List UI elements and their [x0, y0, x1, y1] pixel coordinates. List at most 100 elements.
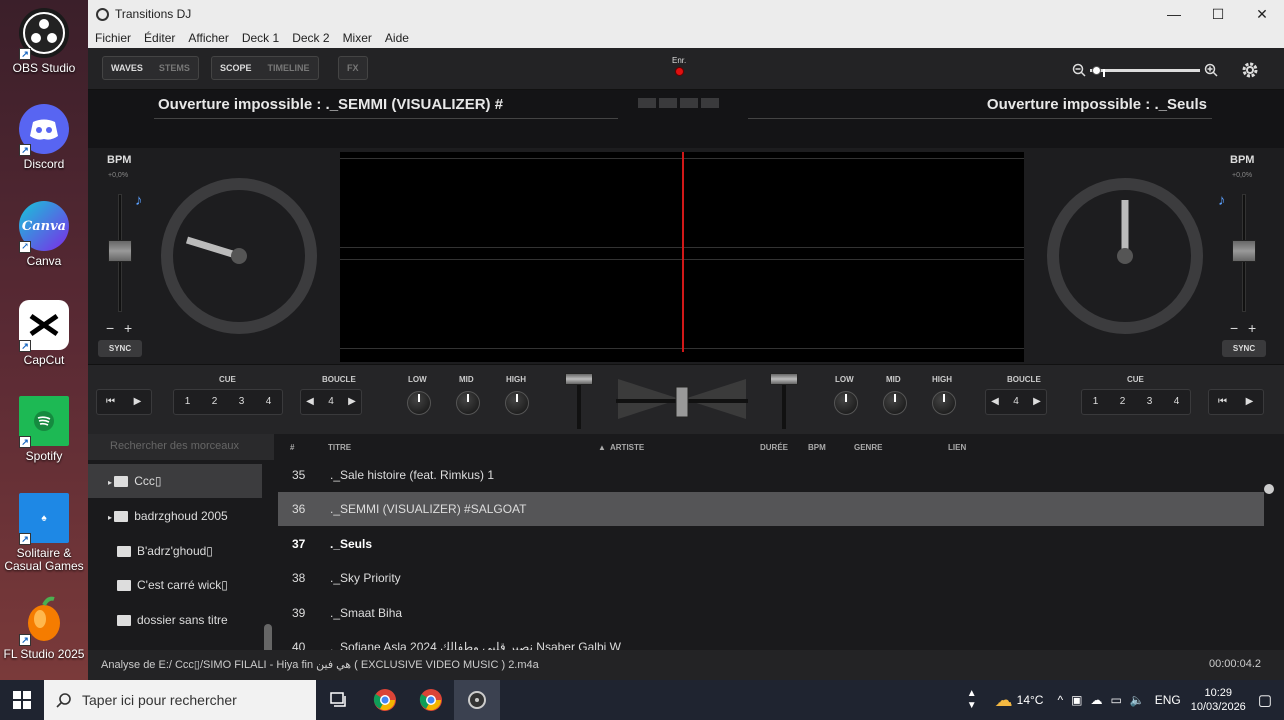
deck-right-play-button[interactable]: ▶ [1236, 390, 1263, 414]
folder-item[interactable]: B'adrz'ghoud▯ [88, 534, 262, 568]
close-button[interactable]: ✕ [1240, 6, 1284, 23]
deck-right-cue-2[interactable]: 2 [1109, 390, 1136, 414]
track-search-input[interactable]: Rechercher des morceaux [88, 434, 274, 460]
col-link[interactable]: LIEN [948, 443, 966, 452]
spotify-shortcut[interactable]: ↗ Spotify [0, 396, 88, 463]
timeline-button[interactable]: TIMELINE [260, 57, 318, 79]
col-artist[interactable]: ARTISTE [610, 443, 644, 452]
canva-shortcut[interactable]: Canva ↗ Canva [0, 201, 88, 268]
table-row[interactable]: 40 ._Sofiane Asla 2024 نصبر قلبي وطفالك N… [278, 630, 1264, 650]
weather-temp[interactable]: 14°C [1017, 693, 1044, 707]
volume-icon[interactable]: 🔈 [1130, 693, 1145, 707]
fl-studio-shortcut[interactable]: ↗ FL Studio 2025 [0, 594, 88, 661]
deck-right-sync-button[interactable]: SYNC [1222, 340, 1266, 357]
track-table-scrollbar[interactable] [1264, 484, 1274, 494]
deck-left-pitch-minus[interactable]: − [106, 320, 114, 336]
capcut-shortcut[interactable]: ↗ CapCut [0, 300, 88, 367]
deck-left-sync-button[interactable]: SYNC [98, 340, 142, 357]
deck-right-cue-3[interactable]: 3 [1136, 390, 1163, 414]
deck-left-platter[interactable] [161, 178, 317, 334]
task-view-button[interactable] [316, 680, 362, 720]
col-title[interactable]: TITRE [328, 443, 351, 452]
show-hidden-icons[interactable]: ▲ ▼ [963, 688, 981, 712]
deck-right-cue-4[interactable]: 4 [1163, 390, 1190, 414]
weather-icon[interactable]: ☁ [995, 690, 1013, 711]
clock[interactable]: 10:29 10/03/2026 [1191, 686, 1246, 714]
col-bpm[interactable]: BPM [808, 443, 826, 452]
deck-left-mid-knob[interactable] [456, 391, 480, 415]
tray-chevron-icon[interactable]: ^ [1057, 693, 1063, 707]
table-row[interactable]: 36 ._SEMMI (VISUALIZER) #SALGOAT [278, 492, 1264, 526]
obs-studio-shortcut[interactable]: ↗ OBS Studio [0, 8, 88, 75]
col-genre[interactable]: GENRE [854, 443, 882, 452]
deck-right-skip-back-button[interactable]: ⏮ [1209, 390, 1236, 414]
deck-left-skip-back-button[interactable]: ⏮ [97, 390, 124, 414]
deck-right-high-knob[interactable] [932, 391, 956, 415]
deck-left-pitch-knob[interactable] [108, 240, 132, 262]
deck-right-cue-1[interactable]: 1 [1082, 390, 1109, 414]
deck-left-cue-1[interactable]: 1 [174, 390, 201, 414]
transitions-dj-taskbar-button[interactable] [454, 680, 500, 720]
notifications-icon[interactable]: ▢ [1258, 691, 1272, 709]
language-indicator[interactable]: ENG [1155, 693, 1181, 707]
menu-mixer[interactable]: Mixer [343, 31, 372, 45]
folder-item[interactable]: dossier sans titre [88, 603, 262, 637]
menu-deck2[interactable]: Deck 2 [292, 31, 329, 45]
folder-item[interactable]: ▸ badrzghoud 2005 [88, 499, 262, 533]
menu-aide[interactable]: Aide [385, 31, 409, 45]
zoom-slider-knob[interactable] [1092, 65, 1105, 77]
zoom-in-icon[interactable] [1204, 63, 1218, 77]
deck-right-pitch-minus[interactable]: − [1230, 320, 1238, 336]
menu-editer[interactable]: Éditer [144, 31, 175, 45]
onedrive-icon[interactable]: ☁ [1090, 693, 1102, 707]
waveform-display[interactable] [340, 152, 1024, 362]
discord-shortcut[interactable]: ↗ Discord [0, 104, 88, 171]
deck-left-loop-prev[interactable]: ◀ [301, 390, 319, 414]
record-icon[interactable] [674, 67, 684, 76]
gear-icon[interactable] [1240, 60, 1260, 80]
deck-right-pitch-plus[interactable]: + [1248, 320, 1256, 336]
deck-right-volume-knob[interactable] [770, 373, 798, 385]
deck-left-cue-3[interactable]: 3 [228, 390, 255, 414]
stems-button[interactable]: STEMS [151, 57, 198, 79]
table-row[interactable]: 37 ._Seuls [278, 527, 1264, 561]
start-button[interactable] [0, 680, 44, 720]
deck-right-loop-prev[interactable]: ◀ [986, 390, 1004, 414]
table-row[interactable]: 35 ._Sale histoire (feat. Rimkus) 1 [278, 458, 1264, 492]
taskbar-search-input[interactable]: Taper ici pour rechercher [44, 680, 316, 720]
deck-left-cue-2[interactable]: 2 [201, 390, 228, 414]
deck-left-cue-4[interactable]: 4 [255, 390, 282, 414]
deck-left-loop-next[interactable]: ▶ [343, 390, 361, 414]
deck-right-mid-knob[interactable] [883, 391, 907, 415]
solitaire-shortcut[interactable]: ♠ ↗ Solitaire & Casual Games [0, 493, 88, 573]
col-duration[interactable]: DURÉE [760, 443, 788, 452]
deck-left-pitch-plus[interactable]: + [124, 320, 132, 336]
menu-afficher[interactable]: Afficher [188, 31, 228, 45]
folder-item[interactable]: ▸ Ccc▯ [88, 464, 262, 498]
chrome-taskbar-button[interactable] [362, 680, 408, 720]
table-row[interactable]: 39 ._Smaat Biha [278, 596, 1264, 630]
scope-button[interactable]: SCOPE [212, 57, 260, 79]
deck-right-note-icon[interactable]: ♪ [1218, 192, 1226, 209]
deck-right-low-knob[interactable] [834, 391, 858, 415]
waves-button[interactable]: WAVES [103, 57, 151, 79]
table-row[interactable]: 38 ._Sky Priority [278, 561, 1264, 595]
deck-left-note-icon[interactable]: ♪ [135, 192, 143, 209]
zoom-slider[interactable] [1090, 65, 1200, 77]
record-control[interactable]: Enr. [672, 56, 686, 76]
chrome-taskbar-button-2[interactable] [408, 680, 454, 720]
folder-item[interactable]: C'est carré wick▯ [88, 568, 262, 602]
deck-right-pitch-knob[interactable] [1232, 240, 1256, 262]
deck-right-loop-next[interactable]: ▶ [1028, 390, 1046, 414]
crossfader[interactable] [616, 377, 748, 423]
deck-left-play-button[interactable]: ▶ [124, 390, 151, 414]
deck-left-volume-knob[interactable] [565, 373, 593, 385]
deck-left-high-knob[interactable] [505, 391, 529, 415]
minimize-button[interactable]: — [1152, 6, 1196, 23]
deck-left-low-knob[interactable] [407, 391, 431, 415]
maximize-button[interactable]: ☐ [1196, 6, 1240, 23]
camera-icon[interactable]: ▣ [1071, 693, 1082, 707]
fx-button[interactable]: FX [339, 57, 367, 79]
zoom-out-icon[interactable] [1072, 63, 1086, 77]
network-icon[interactable]: ▭ [1110, 693, 1121, 707]
